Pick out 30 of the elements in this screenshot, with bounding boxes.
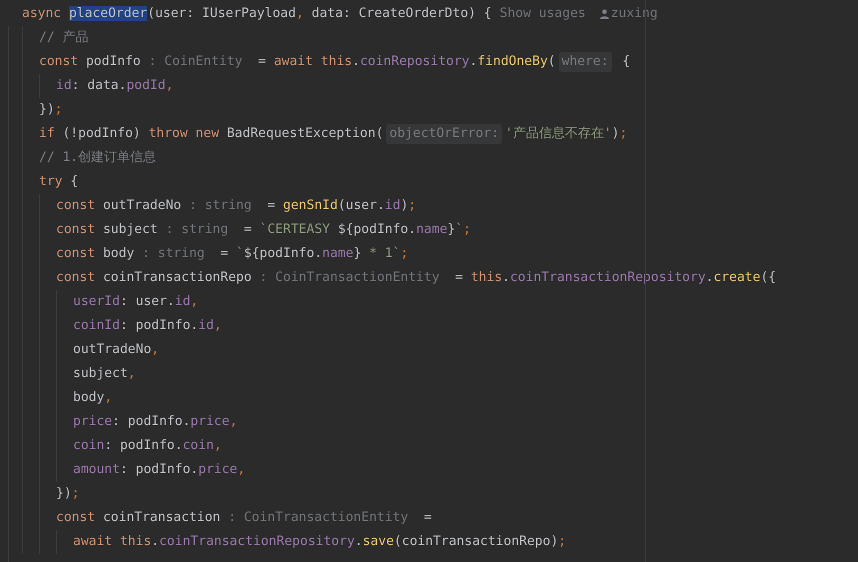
code-text: const coinTransactionRepo : CoinTransactionEntity = this.coinTransactionRepository.create({ — [56, 269, 776, 288]
code-text: { — [621, 53, 630, 72]
code-text: const coinTransaction : CoinTransactionEntity = — [56, 509, 432, 528]
inlay-hint: objectOrError: — [386, 124, 502, 144]
code-text: }); — [56, 485, 80, 504]
code-text: const outTradeNo : string = genSnId(user.id); — [56, 197, 416, 216]
code-text: // 1.创建订单信息 — [39, 149, 156, 168]
code-text: async placeOrder(user: IUserPayload, data: CreateOrderDto) { — [22, 5, 492, 24]
code-text: price: podInfo.price, — [73, 413, 238, 432]
code-text: await this.coinTransactionRepository.save(coinTransactionRepo); — [73, 533, 566, 552]
code-text: outTradeNo, — [73, 341, 160, 360]
usages-link[interactable]: Show usages — [500, 4, 586, 24]
code-text: id: data.podId, — [56, 77, 174, 96]
code-text: }); — [39, 101, 62, 120]
code-text: subject, — [73, 365, 136, 384]
code-text: try { — [39, 173, 78, 192]
code-text: body, — [73, 389, 112, 408]
code-text: '产品信息不存在'); — [504, 125, 628, 144]
code-text: const subject : string = `CERTEASY ${podInfo.name}`; — [56, 221, 471, 240]
code-text: const podInfo : CoinEntity = await this.coinRepository.findOneBy( — [39, 53, 556, 72]
code-text: coinId: podInfo.id, — [73, 317, 222, 336]
code-text: if (!podInfo) throw new BadRequestException( — [39, 125, 384, 144]
code-text: coin: podInfo.coin, — [73, 437, 222, 456]
person-icon — [600, 9, 609, 19]
author-hint: zuxing — [610, 5, 658, 24]
code-text: amount: podInfo.price, — [73, 461, 246, 480]
code-text: const body : string = `${podInfo.name} * 1`; — [56, 245, 408, 264]
inlay-hint: where: — [558, 52, 612, 72]
code-text: // 产品 — [39, 29, 88, 48]
code-text: userId: user.id, — [73, 293, 198, 312]
